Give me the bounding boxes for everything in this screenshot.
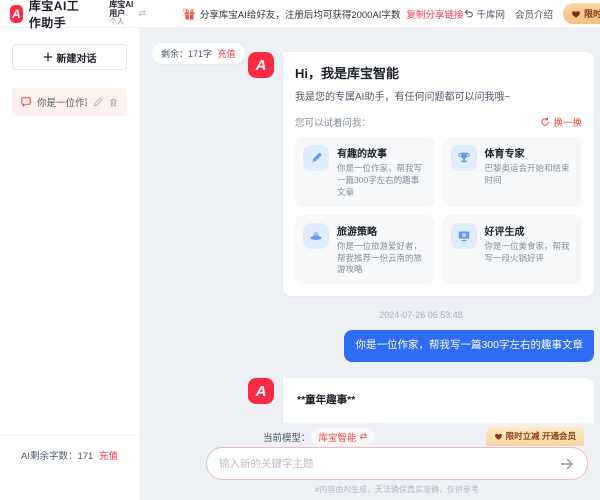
- conversation-list-item[interactable]: 你是一位作家，帮...: [12, 88, 127, 116]
- user-type: 个人: [109, 18, 134, 27]
- back-to-site-link[interactable]: 千库网: [463, 7, 505, 21]
- user-name: 库宝AI用户: [109, 0, 134, 18]
- edit-icon[interactable]: [92, 97, 103, 108]
- ai-disclaimer: #内容由AI生成，无法确保真实准确，仅供参考: [206, 484, 588, 495]
- suggestion-card-travel[interactable]: 旅游策略 你是一位旅游爱好者，帮我推荐一份云南的旅游攻略: [295, 215, 435, 285]
- refresh-icon: [540, 117, 550, 127]
- app-logo-icon: A: [10, 5, 23, 23]
- header-links: 千库网 会员介绍 限时: [463, 3, 600, 24]
- heart-icon: [571, 9, 581, 19]
- top-header: A 库宝AI工作助手 库宝AI用户 个人 ⇄ 分享库宝AI给好友，注册后均可获得…: [0, 0, 600, 28]
- plus-icon: [43, 52, 53, 62]
- share-text: 分享库宝AI给好友，注册后均可获得2000AI字数: [200, 7, 401, 21]
- answer-title: **童年趣事**: [297, 391, 580, 410]
- swap-icon: ⇄: [138, 8, 146, 19]
- heart-icon: [494, 432, 503, 441]
- conversation-title: 你是一位作家，帮...: [37, 95, 87, 109]
- sidebar: 新建对话 你是一位作家，帮... AI剩余字数：171 充值: [0, 28, 140, 500]
- new-chat-button[interactable]: 新建对话: [12, 44, 127, 70]
- suggestion-grid: 有趣的故事 你是一位作家，帮我写一篇300字左右的趣事文章 体育专家 巴黎奥运会…: [295, 137, 582, 284]
- app-title: 库宝AI工作助手: [29, 0, 91, 31]
- greeting-title: Hi，我是库宝智能: [295, 63, 582, 82]
- recharge-link-main[interactable]: 充值: [218, 49, 236, 59]
- remaining-words-badge: 剩余：171字 充值: [152, 43, 245, 64]
- hat-icon: [303, 223, 329, 249]
- sidebar-footer: AI剩余字数：171 充值: [0, 435, 139, 462]
- message-timestamp: 2024-07-26 06:53:48: [248, 310, 594, 320]
- swap-icon: ⇄: [360, 431, 368, 442]
- model-selector[interactable]: 库宝智能 ⇄: [311, 428, 376, 446]
- app-window: A 库宝AI工作助手 库宝AI用户 个人 ⇄ 分享库宝AI给好友，注册后均可获得…: [0, 0, 600, 500]
- pen-icon: [303, 145, 329, 171]
- return-arrow-icon: [463, 8, 474, 19]
- message-input[interactable]: [219, 458, 559, 470]
- suggestion-card-review[interactable]: 好评生成 你是一位美食家，帮我写一段火锅好评: [443, 215, 583, 285]
- ai-greeting-message: A Hi，我是库宝智能 我是您的专属AI助手，有任何问题都可以问我哦~ 您可以试…: [248, 52, 594, 296]
- current-model-label: 当前模型：: [263, 430, 311, 444]
- limited-offer-button[interactable]: 限时: [563, 3, 600, 24]
- ai-avatar: A: [248, 378, 274, 404]
- suggestion-card-sports[interactable]: 体育专家 巴黎奥运会开始和结束时间: [443, 137, 583, 207]
- membership-intro-link[interactable]: 会员介绍: [515, 7, 553, 21]
- input-panel: 当前模型： 库宝智能 ⇄ 限时立减 开通会员 #内容由AI生成，无法: [140, 423, 600, 500]
- monitor-icon: [451, 223, 477, 249]
- trophy-icon: [451, 145, 477, 171]
- suggestion-card-story[interactable]: 有趣的故事 你是一位作家，帮我写一篇300字左右的趣事文章: [295, 137, 435, 207]
- remaining-words-label: AI剩余字数：171: [21, 451, 93, 462]
- user-message-bubble: 你是一位作家，帮我写一篇300字左右的趣事文章: [344, 330, 594, 362]
- chat-main: 剩余：171字 充值 A Hi，我是库宝智能 我是您的专属AI助手，有任何问题都…: [140, 28, 600, 500]
- ai-avatar: A: [248, 52, 274, 78]
- share-banner: 分享库宝AI给好友，注册后均可获得2000AI字数 复制分享链接: [182, 7, 464, 21]
- recharge-link[interactable]: 充值: [99, 451, 118, 462]
- try-ask-label: 您可以试着问我：: [295, 115, 371, 129]
- account-switcher[interactable]: 库宝AI用户 个人 ⇄: [109, 0, 146, 27]
- copy-share-link[interactable]: 复制分享链接: [406, 7, 463, 21]
- message-input-box: [206, 447, 588, 480]
- gift-icon: [182, 7, 196, 21]
- refresh-suggestions-button[interactable]: 换一换: [540, 115, 582, 129]
- membership-promo-badge[interactable]: 限时立减 开通会员: [486, 426, 584, 446]
- send-icon: [559, 456, 575, 472]
- delete-icon[interactable]: [108, 97, 119, 108]
- greeting-subtitle: 我是您的专属AI助手，有任何问题都可以问我哦~: [295, 88, 582, 103]
- send-button[interactable]: [559, 456, 575, 472]
- chat-bubble-icon: [20, 96, 32, 108]
